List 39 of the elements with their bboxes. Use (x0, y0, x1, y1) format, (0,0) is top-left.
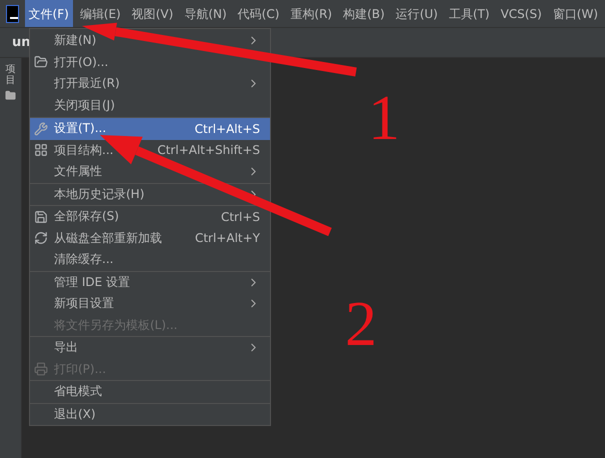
annotation-number: 1 (368, 86, 400, 150)
menu-item[interactable]: 打开最近(R) (30, 73, 270, 94)
app-logo-icon (6, 5, 19, 23)
menu-bar-item[interactable]: 文件(F) (24, 0, 73, 27)
menu-bar-item[interactable]: 窗口(W) (548, 6, 602, 22)
folder-icon (34, 55, 48, 70)
menu-bar-item[interactable]: 构建(B) (339, 6, 389, 22)
wrench-icon (34, 122, 48, 136)
menu-bar-item[interactable]: 工具(T) (444, 6, 494, 22)
menu-item[interactable]: 从磁盘全部重新加载 Ctrl+Alt+Y (30, 228, 270, 249)
annotation-number: 2 (345, 292, 377, 356)
menu-item[interactable]: 打开(O)... (30, 52, 270, 73)
menu-item[interactable]: 导出 (30, 337, 270, 358)
menu-bar-item[interactable]: VCS(S) (496, 6, 546, 22)
menu-bar-item[interactable]: 视图(V) (128, 6, 178, 22)
reload-icon (34, 231, 48, 246)
project-panel-label[interactable]: 项目 (6, 64, 16, 86)
menu-item[interactable]: 本地历史记录(H) (30, 184, 270, 205)
menu-item[interactable]: 文件属性 (30, 161, 270, 182)
menu-item[interactable]: 省电模式 (30, 381, 270, 402)
menu-item[interactable]: 新项目设置 (30, 293, 270, 314)
folder-icon (5, 90, 16, 101)
editor-tab[interactable]: un (12, 35, 31, 50)
project-structure-icon (34, 143, 48, 158)
menu-bar-item[interactable]: 运行(U) (392, 6, 442, 22)
menu-item[interactable]: 全部保存(S) Ctrl+S (30, 206, 270, 228)
menu-item[interactable]: 退出(X) (30, 404, 270, 425)
save-icon (34, 210, 48, 224)
menu-item[interactable]: 新建(N) (30, 30, 270, 52)
menu-item[interactable]: 清除缓存... (30, 249, 270, 270)
menu-item[interactable]: 设置(T)... Ctrl+Alt+S (30, 118, 270, 140)
menu-bar-item[interactable]: 代码(C) (234, 6, 284, 22)
menu-bar-item[interactable]: 编辑(E) (76, 6, 125, 22)
menu-item[interactable]: 关闭项目(J) (30, 94, 270, 116)
menu-bar-item[interactable]: 重构(R) (286, 6, 336, 22)
menu-item[interactable]: 项目结构... Ctrl+Alt+Shift+S (30, 140, 270, 161)
printer-icon (34, 362, 48, 376)
menu-item[interactable]: 管理 IDE 设置 (30, 272, 270, 293)
menu-bar-item[interactable]: 导航(N) (180, 6, 231, 22)
